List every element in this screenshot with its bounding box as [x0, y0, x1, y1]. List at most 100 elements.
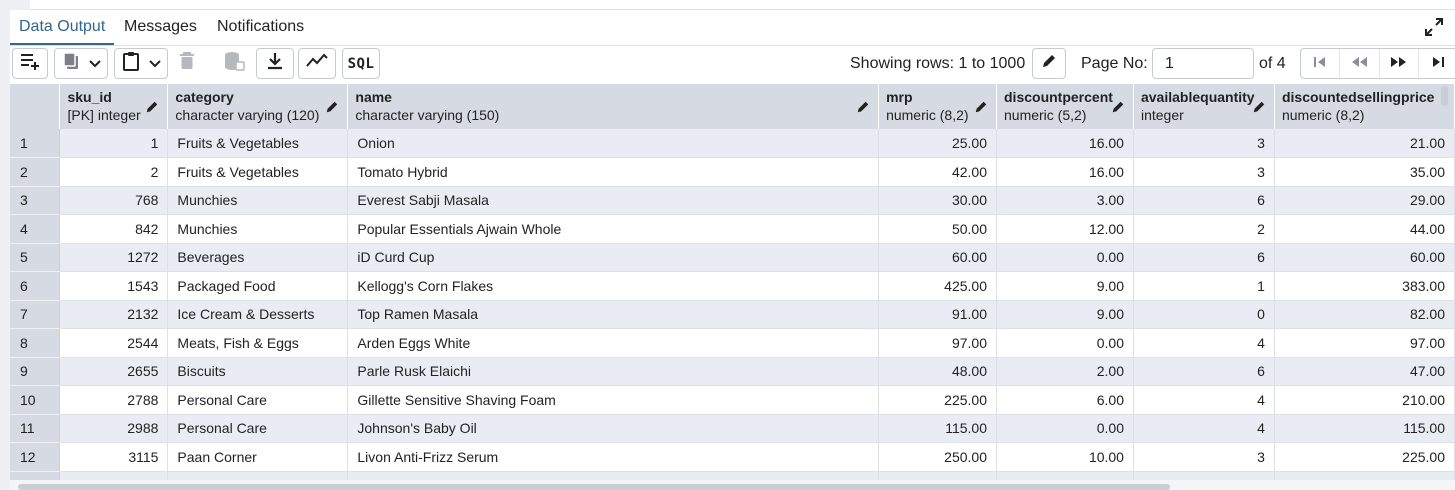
- cell-discountpercent[interactable]: [996, 471, 1134, 480]
- cell-discountpercent[interactable]: 6.00: [996, 385, 1134, 415]
- cell-discountedsellingprice[interactable]: 210.00: [1274, 385, 1455, 415]
- delete-button[interactable]: [172, 48, 202, 79]
- row-number[interactable]: 1: [10, 129, 61, 158]
- cell-mrp[interactable]: 50.00: [878, 214, 997, 244]
- cell-discountedsellingprice[interactable]: 21.00: [1274, 129, 1455, 158]
- cell-category[interactable]: Ice Cream & Desserts: [167, 300, 349, 329]
- column-header-sku-id[interactable]: sku_id [PK] integer: [59, 84, 169, 129]
- pencil-icon[interactable]: [1252, 100, 1266, 114]
- table-row[interactable]: 8 2544 Meats, Fish & Eggs Arden Eggs Whi…: [10, 328, 1455, 358]
- edit-row-limit-button[interactable]: [1032, 48, 1066, 79]
- cell-category[interactable]: Paan Corner: [167, 442, 349, 472]
- cell-discountedsellingprice[interactable]: 383.00: [1274, 271, 1455, 301]
- table-row[interactable]: 10 2788 Personal Care Gillette Sensitive…: [10, 385, 1455, 415]
- cell-mrp[interactable]: 250.00: [878, 442, 997, 472]
- paste-button[interactable]: [114, 48, 168, 79]
- cell-availablequantity[interactable]: 4: [1133, 328, 1275, 358]
- cell-name[interactable]: [347, 471, 880, 480]
- chevron-down-icon[interactable]: [89, 55, 101, 73]
- cell-sku-id[interactable]: [59, 471, 169, 480]
- table-row[interactable]: 11 2988 Personal Care Johnson's Baby Oil…: [10, 414, 1455, 443]
- first-page-button[interactable]: [1301, 49, 1339, 78]
- table-row[interactable]: 3 768 Munchies Everest Sabji Masala 30.0…: [10, 186, 1455, 215]
- column-header-availablequantity[interactable]: availablequantity integer: [1133, 84, 1275, 129]
- copy-button[interactable]: [54, 48, 108, 79]
- table-row[interactable]: 5 1272 Beverages iD Curd Cup 60.00 0.00 …: [10, 243, 1455, 272]
- cell-category[interactable]: Meats, Fish & Eggs: [167, 328, 349, 358]
- page-number-input[interactable]: [1152, 48, 1254, 79]
- next-page-button[interactable]: [1378, 49, 1418, 78]
- pencil-icon[interactable]: [974, 100, 988, 114]
- cell-mrp[interactable]: 425.00: [878, 271, 997, 301]
- cell-sku-id[interactable]: 2655: [59, 357, 169, 386]
- cell-category[interactable]: Fruits & Vegetables: [167, 129, 349, 158]
- row-number[interactable]: 11: [10, 414, 61, 443]
- cell-discountedsellingprice[interactable]: 35.00: [1274, 157, 1455, 187]
- cell-name[interactable]: Parle Rusk Elaichi: [347, 357, 880, 386]
- cell-category[interactable]: Biscuits: [167, 357, 349, 386]
- cell-name[interactable]: iD Curd Cup: [347, 243, 880, 272]
- cell-discountpercent[interactable]: 0.00: [996, 414, 1134, 443]
- tab-data-output[interactable]: Data Output: [10, 10, 115, 45]
- cell-sku-id[interactable]: 3115: [59, 442, 169, 472]
- table-row-partial[interactable]: [10, 471, 1455, 480]
- cell-discountpercent[interactable]: 2.00: [996, 357, 1134, 386]
- cell-availablequantity[interactable]: 6: [1133, 186, 1275, 215]
- cell-discountpercent[interactable]: 0.00: [996, 328, 1134, 358]
- cell-discountpercent[interactable]: 9.00: [996, 271, 1134, 301]
- cell-sku-id[interactable]: 2132: [59, 300, 169, 329]
- table-row[interactable]: 1 1 Fruits & Vegetables Onion 25.00 16.0…: [10, 129, 1455, 158]
- table-row[interactable]: 7 2132 Ice Cream & Desserts Top Ramen Ma…: [10, 300, 1455, 329]
- column-header-category[interactable]: category character varying (120): [167, 84, 349, 129]
- cell-discountpercent[interactable]: 9.00: [996, 300, 1134, 329]
- cell-availablequantity[interactable]: 0: [1133, 300, 1275, 329]
- save-data-button[interactable]: [216, 48, 252, 79]
- cell-sku-id[interactable]: 2988: [59, 414, 169, 443]
- cell-name[interactable]: Tomato Hybrid: [347, 157, 880, 187]
- column-header-discountpercent[interactable]: discountpercent numeric (5,2): [996, 84, 1134, 129]
- cell-name[interactable]: Gillette Sensitive Shaving Foam: [347, 385, 880, 415]
- cell-discountedsellingprice[interactable]: [1274, 471, 1455, 480]
- cell-availablequantity[interactable]: 1: [1133, 271, 1275, 301]
- download-button[interactable]: [256, 48, 294, 79]
- add-row-button[interactable]: [12, 48, 48, 79]
- cell-discountpercent[interactable]: 16.00: [996, 157, 1134, 187]
- pencil-icon[interactable]: [1111, 100, 1125, 114]
- cell-discountedsellingprice[interactable]: 97.00: [1274, 328, 1455, 358]
- pencil-icon[interactable]: [325, 100, 339, 114]
- cell-availablequantity[interactable]: 3: [1133, 442, 1275, 472]
- cell-category[interactable]: Fruits & Vegetables: [167, 157, 349, 187]
- cell-discountedsellingprice[interactable]: 115.00: [1274, 414, 1455, 443]
- cell-mrp[interactable]: 115.00: [878, 414, 997, 443]
- cell-name[interactable]: Johnson's Baby Oil: [347, 414, 880, 443]
- cell-availablequantity[interactable]: 3: [1133, 129, 1275, 158]
- row-number[interactable]: 5: [10, 243, 61, 272]
- cell-availablequantity[interactable]: 4: [1133, 385, 1275, 415]
- cell-name[interactable]: Popular Essentials Ajwain Whole: [347, 214, 880, 244]
- cell-category[interactable]: Packaged Food: [167, 271, 349, 301]
- pencil-icon[interactable]: [145, 100, 159, 114]
- cell-category[interactable]: Personal Care: [167, 385, 349, 415]
- cell-availablequantity[interactable]: 6: [1133, 357, 1275, 386]
- cell-mrp[interactable]: 225.00: [878, 385, 997, 415]
- tab-notifications[interactable]: Notifications: [208, 10, 313, 45]
- column-header-mrp[interactable]: mrp numeric (8,2): [878, 84, 997, 129]
- cell-discountedsellingprice[interactable]: 82.00: [1274, 300, 1455, 329]
- cell-availablequantity[interactable]: 4: [1133, 414, 1275, 443]
- row-number[interactable]: 3: [10, 186, 61, 215]
- cell-discountedsellingprice[interactable]: 29.00: [1274, 186, 1455, 215]
- cell-mrp[interactable]: 91.00: [878, 300, 997, 329]
- table-row[interactable]: 4 842 Munchies Popular Essentials Ajwain…: [10, 214, 1455, 244]
- cell-discountedsellingprice[interactable]: 44.00: [1274, 214, 1455, 244]
- row-number[interactable]: 6: [10, 271, 61, 301]
- row-number[interactable]: 8: [10, 328, 61, 358]
- cell-discountpercent[interactable]: 12.00: [996, 214, 1134, 244]
- row-number[interactable]: [10, 471, 61, 480]
- cell-category[interactable]: Munchies: [167, 186, 349, 215]
- last-page-button[interactable]: [1417, 49, 1455, 78]
- cell-mrp[interactable]: 25.00: [878, 129, 997, 158]
- row-number[interactable]: 12: [10, 442, 61, 472]
- cell-discountpercent[interactable]: 16.00: [996, 129, 1134, 158]
- cell-discountpercent[interactable]: 3.00: [996, 186, 1134, 215]
- cell-sku-id[interactable]: 2544: [59, 328, 169, 358]
